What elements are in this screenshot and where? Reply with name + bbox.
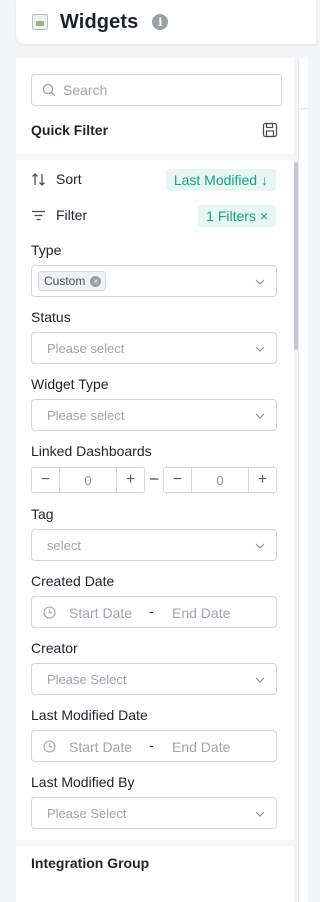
linked-dashboards-label: Linked Dashboards bbox=[31, 443, 152, 459]
type-select[interactable]: Custom × bbox=[31, 265, 277, 297]
linked-dashboards-max-stepper[interactable]: − 0 + bbox=[163, 467, 277, 493]
last-modified-end-date[interactable]: End Date bbox=[172, 739, 230, 755]
decrement-button[interactable]: − bbox=[164, 468, 192, 492]
creator-label: Creator bbox=[31, 640, 78, 656]
status-placeholder: Please select bbox=[47, 340, 125, 356]
creator-placeholder: Please Select bbox=[47, 671, 127, 687]
broken-image-icon bbox=[32, 14, 48, 30]
sort-label: Sort bbox=[56, 171, 82, 187]
integration-group-label[interactable]: Integration Group bbox=[31, 855, 149, 871]
search-icon bbox=[42, 83, 56, 97]
search-box[interactable] bbox=[31, 74, 282, 106]
linked-dashboards-min-value[interactable]: 0 bbox=[60, 473, 116, 488]
info-icon[interactable]: i bbox=[152, 14, 169, 30]
filter-label: Filter bbox=[56, 207, 88, 223]
created-end-date[interactable]: End Date bbox=[172, 605, 230, 621]
increment-button[interactable]: + bbox=[116, 468, 144, 492]
chevron-down-icon bbox=[255, 413, 265, 419]
last-modified-start-date[interactable]: Start Date bbox=[69, 739, 132, 755]
sort-row[interactable]: Sort bbox=[31, 171, 82, 187]
clock-icon bbox=[43, 740, 56, 753]
sort-value-badge[interactable]: Last Modified ↓ bbox=[165, 169, 276, 191]
widget-type-label: Widget Type bbox=[31, 376, 109, 392]
filter-row[interactable]: Filter bbox=[31, 207, 87, 223]
chevron-down-icon bbox=[255, 279, 265, 285]
type-tag: Custom × bbox=[38, 271, 107, 291]
last-modified-by-select[interactable]: Please Select bbox=[31, 797, 277, 829]
type-tag-text: Custom bbox=[44, 274, 86, 288]
last-modified-by-placeholder: Please Select bbox=[47, 805, 127, 821]
filter-count-badge[interactable]: 1 Filters × bbox=[198, 205, 276, 227]
last-modified-date-range-picker[interactable]: Start Date - End Date bbox=[31, 730, 277, 762]
status-label: Status bbox=[31, 309, 71, 325]
right-panel-edge bbox=[298, 58, 309, 902]
range-separator: – bbox=[150, 470, 159, 487]
filter-panel-header: Quick Filter bbox=[16, 58, 294, 154]
linked-dashboards-min-stepper[interactable]: − 0 + bbox=[31, 467, 145, 493]
chevron-down-icon bbox=[255, 346, 265, 352]
save-icon[interactable] bbox=[262, 122, 278, 138]
created-date-label: Created Date bbox=[31, 573, 115, 589]
creator-select[interactable]: Please Select bbox=[31, 663, 277, 695]
decrement-button[interactable]: − bbox=[32, 468, 60, 492]
filter-icon bbox=[32, 210, 45, 220]
chevron-down-icon bbox=[255, 811, 265, 817]
created-start-date[interactable]: Start Date bbox=[69, 605, 132, 621]
page-title: Widgets bbox=[60, 10, 139, 33]
widget-type-select[interactable]: Please select bbox=[31, 399, 277, 431]
status-select[interactable]: Please select bbox=[31, 332, 277, 364]
chevron-down-icon bbox=[255, 677, 265, 683]
clock-icon bbox=[43, 606, 56, 619]
linked-dashboards-max-value[interactable]: 0 bbox=[192, 473, 248, 488]
increment-button[interactable]: + bbox=[248, 468, 276, 492]
created-date-range-picker[interactable]: Start Date - End Date bbox=[31, 596, 277, 628]
widget-type-placeholder: Please select bbox=[47, 407, 125, 423]
scrollbar[interactable] bbox=[294, 162, 298, 350]
search-input[interactable] bbox=[63, 82, 263, 98]
type-label: Type bbox=[31, 242, 62, 258]
tag-placeholder: select bbox=[47, 537, 81, 553]
tag-label: Tag bbox=[31, 506, 54, 522]
tag-remove-icon[interactable]: × bbox=[90, 275, 102, 287]
last-modified-date-label: Last Modified Date bbox=[31, 707, 148, 723]
sort-icon bbox=[32, 172, 45, 186]
date-separator: - bbox=[149, 737, 154, 753]
filter-panel: Sort Last Modified ↓ Filter 1 Filters × … bbox=[16, 160, 298, 840]
quick-filter-label: Quick Filter bbox=[31, 122, 109, 138]
date-separator: - bbox=[149, 603, 154, 619]
page-header: Widgets i bbox=[16, 0, 316, 44]
tag-select[interactable]: select bbox=[31, 529, 277, 561]
integration-group-section: Integration Group bbox=[16, 846, 294, 902]
last-modified-by-label: Last Modified By bbox=[31, 774, 135, 790]
chevron-down-icon bbox=[255, 543, 265, 549]
